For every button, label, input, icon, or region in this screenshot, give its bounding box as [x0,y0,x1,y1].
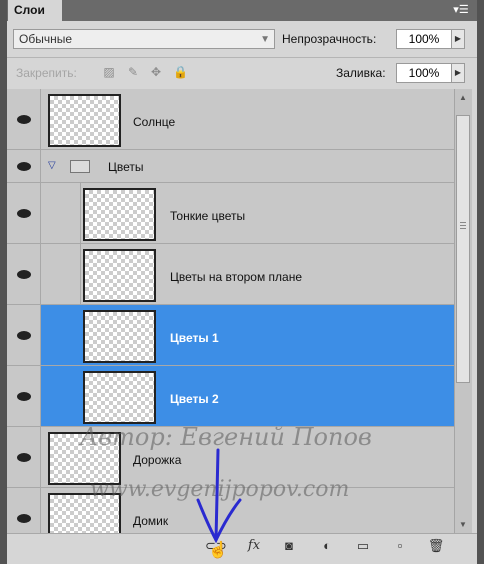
opacity-slider-button[interactable]: ▶ [451,29,465,49]
lock-pixels-icon[interactable]: ✎ [126,65,140,79]
visibility-eye-icon[interactable] [7,183,41,243]
layer-name: Цветы 1 [170,331,219,345]
layer-name: Цветы 2 [170,392,219,406]
layers-scrollbar[interactable]: ▲ ▼ [454,89,472,533]
scroll-up-icon[interactable]: ▲ [459,93,467,102]
layer-name: Тонкие цветы [170,209,246,223]
grip-icon [460,222,466,231]
visibility-eye-icon[interactable] [7,89,41,149]
group-indent [41,183,81,243]
visibility-eye-icon[interactable] [7,244,41,304]
layer-name: Дорожка [133,453,182,467]
group-indent [41,244,81,304]
blend-mode-value: Обычные [19,32,73,46]
lock-transparency-icon[interactable]: ▨ [102,65,116,79]
fill-slider-button[interactable]: ▶ [451,63,465,83]
new-layer-icon[interactable]: ▫ [390,536,410,556]
layer-thumbnail [83,310,156,363]
panel-tab-bar [7,0,477,21]
layer-row-sun[interactable]: Солнце [7,89,454,150]
lock-all-icon[interactable]: 🔒 [173,65,188,79]
opacity-field[interactable]: 100% [396,29,452,49]
layer-thumbnail [83,188,156,241]
hand-cursor-icon: ☝ [208,542,228,559]
tab-layers[interactable]: Слои [8,0,62,21]
visibility-eye-icon[interactable] [7,427,41,487]
lock-position-icon[interactable]: ✥ [149,65,163,79]
layer-row-thin-flowers[interactable]: Тонкие цветы [7,183,454,244]
layer-thumbnail [83,371,156,424]
mask-icon[interactable]: ◙ [279,536,299,556]
new-group-icon[interactable]: ▭ [353,536,373,556]
layer-row-background-flowers[interactable]: Цветы на втором плане [7,244,454,305]
adjustment-icon[interactable]: ◐ [317,536,337,556]
lock-label: Закрепить: [16,66,77,80]
delete-icon[interactable]: 🗑 [426,536,446,556]
visibility-eye-icon[interactable] [7,305,41,365]
layer-name: Домик [133,514,169,528]
fill-label: Заливка: [336,66,386,80]
triangle-down-icon[interactable]: ▽ [48,160,56,171]
layer-row-flowers-2[interactable]: Цветы 2 [7,366,454,427]
opacity-label: Непрозрачность: [282,32,377,46]
scroll-down-icon[interactable]: ▼ [459,520,467,529]
folder-icon [70,160,90,173]
layer-name: Солнце [133,115,176,129]
layer-name: Цветы на втором плане [170,270,303,284]
chevron-down-icon: ▼ [260,34,270,45]
layer-row-flowers-1[interactable]: Цветы 1 [7,305,454,366]
group-indent [41,366,81,426]
visibility-eye-icon[interactable] [7,488,41,533]
visibility-eye-icon[interactable] [7,150,41,182]
group-indent [41,305,81,365]
layer-thumbnail [83,249,156,302]
layer-name: Цветы [108,160,144,174]
annotation-arrow [196,448,242,544]
divider [7,57,477,58]
layer-thumbnail [48,94,121,147]
scroll-thumb[interactable] [456,115,470,383]
visibility-eye-icon[interactable] [7,366,41,426]
layer-group-flowers[interactable]: ▽ Цветы [7,150,454,183]
panel-menu-icon[interactable]: ▾☰ [452,2,470,18]
fill-field[interactable]: 100% [396,63,452,83]
blend-mode-select[interactable]: Обычные ▼ [13,29,275,49]
